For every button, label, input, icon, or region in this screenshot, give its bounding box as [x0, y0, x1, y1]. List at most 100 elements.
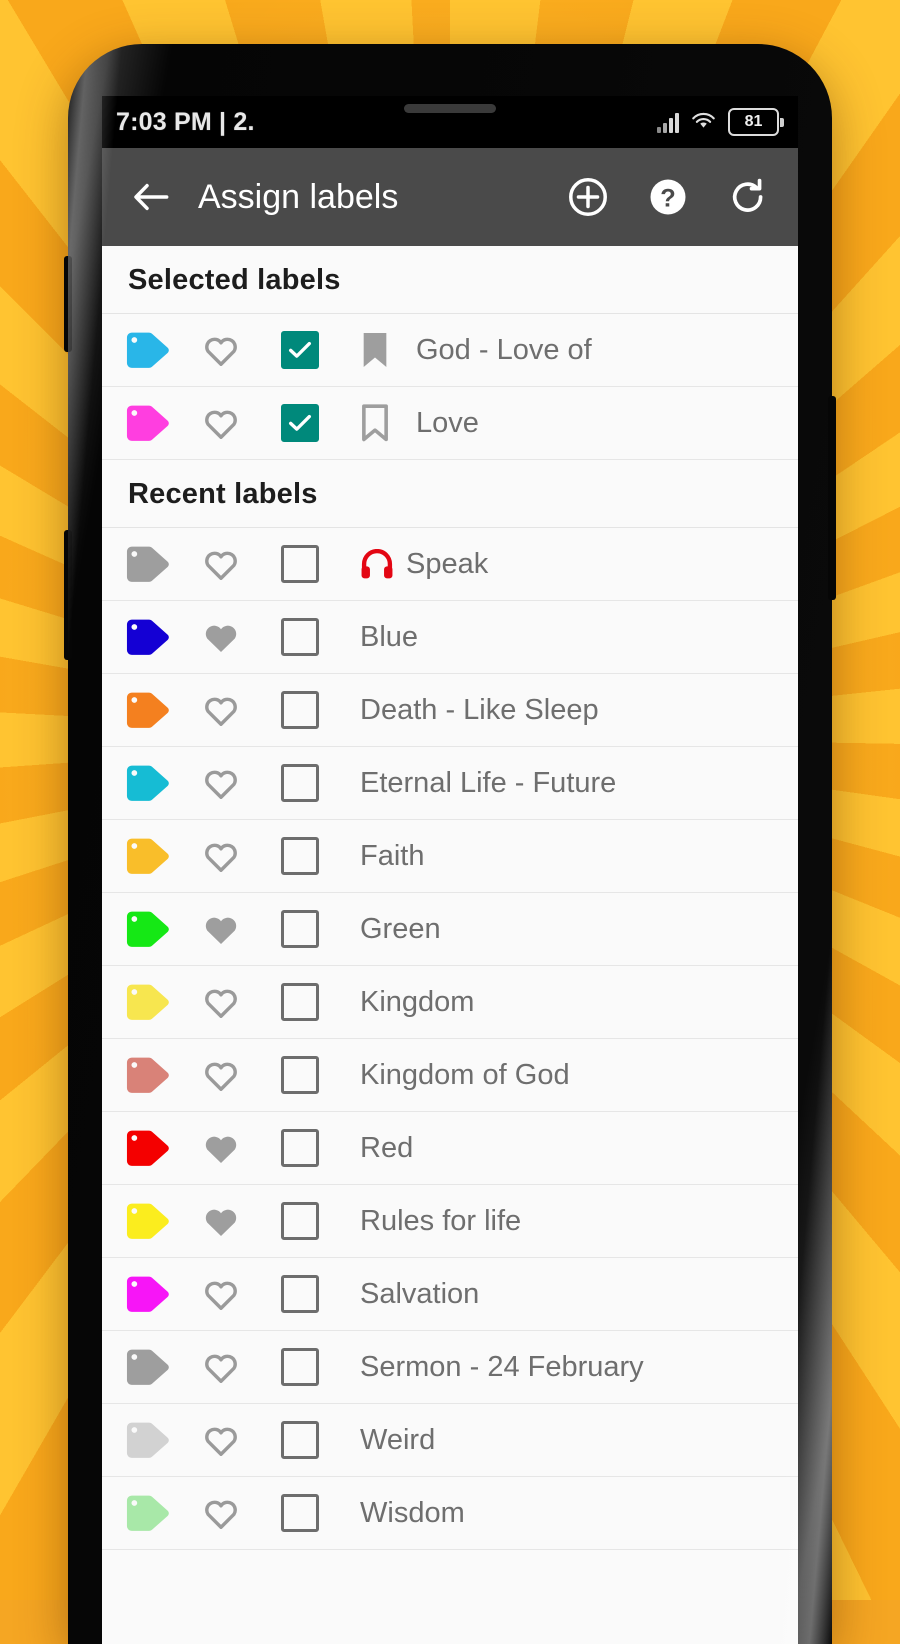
label-row[interactable]: Kingdom [102, 966, 798, 1039]
tag-color-icon[interactable] [124, 1346, 188, 1388]
favorite-heart-icon[interactable] [188, 1130, 254, 1166]
label-row[interactable]: Sermon - 24 February [102, 1331, 798, 1404]
help-circle-icon[interactable]: ? [646, 175, 690, 219]
volume-up-button[interactable] [64, 256, 72, 352]
tag-color-icon[interactable] [124, 402, 188, 444]
label-name-cell: Faith [346, 840, 798, 873]
label-row[interactable]: Salvation [102, 1258, 798, 1331]
label-row[interactable]: Speak [102, 528, 798, 601]
tag-color-icon[interactable] [124, 1492, 188, 1534]
label-name-cell: Red [346, 1132, 798, 1165]
plus-circle-icon[interactable] [566, 175, 610, 219]
tag-color-icon[interactable] [124, 1054, 188, 1096]
label-checkbox[interactable] [254, 983, 346, 1021]
signal-icon [657, 111, 679, 133]
label-row[interactable]: Blue [102, 601, 798, 674]
page-title: Assign labels [198, 177, 399, 216]
battery-level: 81 [744, 113, 763, 130]
label-row[interactable]: Wisdom [102, 1477, 798, 1550]
label-checkbox[interactable] [254, 1056, 346, 1094]
favorite-heart-icon[interactable] [188, 765, 254, 801]
favorite-heart-icon[interactable] [188, 405, 254, 441]
label-row[interactable]: Death - Like Sleep [102, 674, 798, 747]
label-checkbox[interactable] [254, 691, 346, 729]
label-name: Faith [360, 839, 425, 872]
favorite-heart-icon[interactable] [188, 332, 254, 368]
tag-color-icon[interactable] [124, 616, 188, 658]
phone-frame: 7:03 PM | 2. 81 Assign labels ? Selected… [64, 44, 836, 1644]
favorite-heart-icon[interactable] [188, 911, 254, 947]
label-checkbox[interactable] [254, 1275, 346, 1313]
label-name: Speak [406, 547, 489, 580]
label-name: Blue [360, 620, 419, 653]
label-name: God - Love of [416, 333, 592, 366]
favorite-heart-icon[interactable] [188, 1495, 254, 1531]
label-checkbox[interactable] [254, 1494, 346, 1532]
label-checkbox[interactable] [254, 1202, 346, 1240]
label-name-cell: Salvation [346, 1278, 798, 1311]
favorite-heart-icon[interactable] [188, 1276, 254, 1312]
label-row[interactable]: God - Love of [102, 314, 798, 387]
bookmark-icon[interactable] [346, 329, 404, 371]
label-row[interactable]: Faith [102, 820, 798, 893]
label-name-cell: Weird [346, 1424, 798, 1457]
label-row[interactable]: Love [102, 387, 798, 460]
section-title: Selected labels [128, 264, 341, 296]
favorite-heart-icon[interactable] [188, 984, 254, 1020]
label-name: Red [360, 1131, 414, 1164]
label-row[interactable]: Red [102, 1112, 798, 1185]
label-checkbox[interactable] [254, 1348, 346, 1386]
section-header: Recent labels [102, 460, 798, 528]
label-row[interactable]: Kingdom of God [102, 1039, 798, 1112]
bookmark-icon[interactable] [346, 402, 404, 444]
refresh-icon[interactable] [726, 175, 770, 219]
label-checkbox[interactable] [254, 1421, 346, 1459]
favorite-heart-icon[interactable] [188, 1422, 254, 1458]
label-name: Weird [360, 1423, 436, 1456]
label-row[interactable]: Eternal Life - Future [102, 747, 798, 820]
favorite-heart-icon[interactable] [188, 692, 254, 728]
favorite-heart-icon[interactable] [188, 546, 254, 582]
label-checkbox[interactable] [254, 331, 346, 369]
label-row[interactable]: Green [102, 893, 798, 966]
label-name-cell: Kingdom of God [346, 1059, 798, 1092]
tag-color-icon[interactable] [124, 981, 188, 1023]
volume-down-button[interactable] [64, 530, 72, 660]
label-name-cell: God - Love of [404, 334, 798, 367]
tag-color-icon[interactable] [124, 762, 188, 804]
label-checkbox[interactable] [254, 545, 346, 583]
label-row[interactable]: Weird [102, 1404, 798, 1477]
label-name-cell: Blue [346, 621, 798, 654]
favorite-heart-icon[interactable] [188, 1349, 254, 1385]
favorite-heart-icon[interactable] [188, 1203, 254, 1239]
phone-screen: 7:03 PM | 2. 81 Assign labels ? Selected… [102, 96, 798, 1644]
section-title: Recent labels [128, 478, 318, 510]
label-checkbox[interactable] [254, 910, 346, 948]
tag-color-icon[interactable] [124, 1127, 188, 1169]
label-checkbox[interactable] [254, 618, 346, 656]
tag-color-icon[interactable] [124, 689, 188, 731]
notch-speaker [404, 104, 496, 113]
label-row[interactable]: Rules for life [102, 1185, 798, 1258]
power-button[interactable] [828, 396, 836, 600]
tag-color-icon[interactable] [124, 835, 188, 877]
favorite-heart-icon[interactable] [188, 838, 254, 874]
favorite-heart-icon[interactable] [188, 1057, 254, 1093]
tag-color-icon[interactable] [124, 329, 188, 371]
battery-icon: 81 [728, 108, 784, 136]
favorite-heart-icon[interactable] [188, 619, 254, 655]
label-name: Love [416, 406, 479, 439]
tag-color-icon[interactable] [124, 1200, 188, 1242]
label-checkbox[interactable] [254, 837, 346, 875]
arrow-back-icon[interactable] [124, 170, 178, 224]
labels-list[interactable]: Selected labels God - Love of Love Recent l… [102, 246, 798, 1550]
tag-color-icon[interactable] [124, 543, 188, 585]
tag-color-icon[interactable] [124, 1273, 188, 1315]
label-name: Death - Like Sleep [360, 693, 599, 726]
tag-color-icon[interactable] [124, 1419, 188, 1461]
tag-color-icon[interactable] [124, 908, 188, 950]
label-name: Wisdom [360, 1496, 465, 1529]
label-checkbox[interactable] [254, 1129, 346, 1167]
label-checkbox[interactable] [254, 764, 346, 802]
label-checkbox[interactable] [254, 404, 346, 442]
